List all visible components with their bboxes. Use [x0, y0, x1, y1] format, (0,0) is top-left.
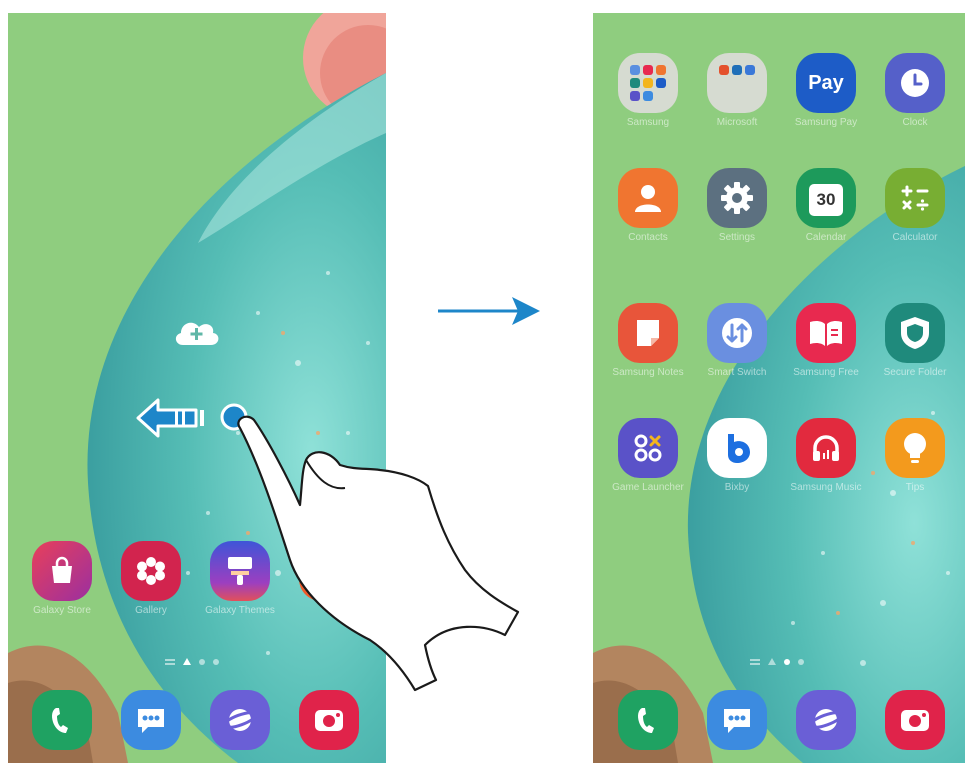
gesture-overlay — [136, 297, 540, 692]
swipe-left-arrow-icon — [136, 398, 204, 438]
hand-icon — [237, 415, 520, 692]
right-arrow-icon — [438, 297, 540, 325]
